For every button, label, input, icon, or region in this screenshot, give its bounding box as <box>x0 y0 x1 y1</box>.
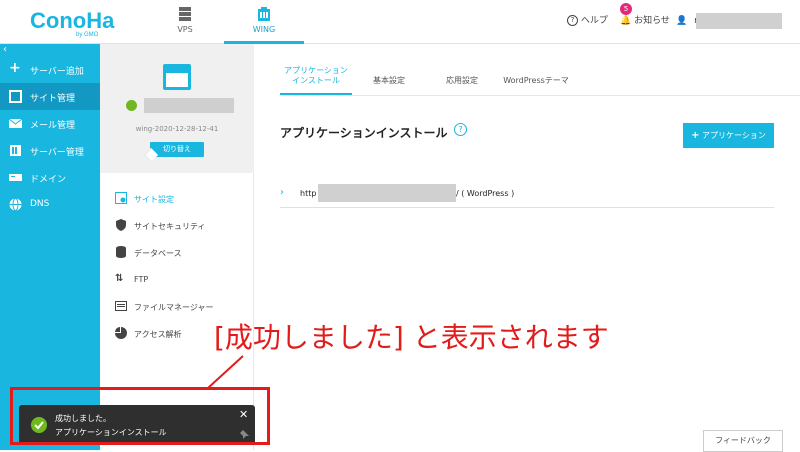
site-card: wing-2020-12-28-12-41 切り替え <box>100 44 254 173</box>
add-application-button[interactable]: + アプリケーション <box>683 123 774 148</box>
sidebar-item-label: ドメイン <box>30 175 67 185</box>
user-menu[interactable]: 👤 r <box>676 14 698 28</box>
sidebar-item-dns[interactable]: DNS <box>0 191 100 218</box>
building-icon <box>258 7 270 21</box>
sidebar-item-label: サイト管理 <box>30 94 76 104</box>
user-name-redacted <box>696 13 782 29</box>
user-icon: 👤 <box>676 16 688 26</box>
tab-label: 基本設定 <box>373 76 405 85</box>
app-url-redacted <box>318 184 456 202</box>
tab-label-line1: アプリケーション <box>284 66 348 75</box>
site-window-icon <box>163 64 191 90</box>
domain-icon <box>9 174 22 181</box>
annotation-text: [成功しました] と表示されます <box>214 321 609 354</box>
site-menu-label: FTP <box>134 275 149 284</box>
site-id: wing-2020-12-28-12-41 <box>135 125 219 133</box>
nav-tab-vps-label: VPS <box>177 25 193 34</box>
help-circle-icon[interactable]: ? <box>454 123 467 136</box>
feedback-button[interactable]: フィードバック <box>703 430 783 452</box>
shield-icon <box>116 219 126 231</box>
top-bar: ConoHa by GMO VPS WING ? ヘルプ 5 🔔 お知らせ 👤 … <box>0 0 800 44</box>
site-menu-label: サイト設定 <box>134 195 174 204</box>
site-name-redacted <box>144 98 234 113</box>
sidebar-item-site-management[interactable]: サイト管理 <box>0 83 100 110</box>
server-icon <box>10 145 21 156</box>
tab-application-install[interactable]: アプリケーション インストール <box>280 66 352 86</box>
annotation-highlight-box <box>10 387 270 445</box>
sidebar-item-add-server[interactable]: + サーバー追加 <box>0 56 100 83</box>
server-icon <box>179 7 191 21</box>
site-menu-site-settings[interactable]: サイト設定 <box>100 187 254 211</box>
collapse-sidebar-button[interactable]: ‹ <box>3 44 7 55</box>
folder-icon <box>115 301 127 311</box>
sidebar-item-label: サーバー管理 <box>30 148 84 158</box>
section-title: アプリケーションインストール <box>280 126 448 140</box>
site-menu-label: サイトセキュリティ <box>134 222 206 231</box>
sidebar-item-mail-management[interactable]: メール管理 <box>0 110 100 137</box>
app-url-prefix: http <box>300 189 317 198</box>
notice-link[interactable]: 🔔 お知らせ <box>620 14 670 28</box>
add-application-label: アプリケーション <box>702 131 766 140</box>
site-menu-database[interactable]: データベース <box>100 241 254 265</box>
plus-icon: + <box>691 130 700 141</box>
nav-tab-vps[interactable]: VPS <box>145 0 225 44</box>
tab-advanced-settings[interactable]: 応用設定 <box>432 76 492 86</box>
tab-label: 応用設定 <box>446 76 478 85</box>
svg-text:ConoHa: ConoHa <box>30 8 115 33</box>
ftp-icon: ⇅ <box>115 273 124 284</box>
site-settings-icon <box>115 192 127 204</box>
tab-label: WordPressテーマ <box>503 76 569 85</box>
sidebar-item-label: DNS <box>30 199 50 209</box>
main-content: アプリケーション インストール 基本設定 応用設定 WordPressテーマ ア… <box>254 44 800 452</box>
sidebar-item-domain[interactable]: ドメイン <box>0 164 100 191</box>
sidebar-item-label: メール管理 <box>30 121 76 131</box>
window-icon <box>9 90 22 103</box>
pie-chart-icon <box>115 327 127 339</box>
mail-icon <box>9 118 22 128</box>
help-link[interactable]: ? ヘルプ <box>567 14 608 28</box>
power-status-icon <box>126 100 137 111</box>
application-row[interactable]: › http / ( WordPress ) <box>280 178 774 208</box>
svg-text:by GMO: by GMO <box>76 32 99 38</box>
sidebar-item-label: サーバー追加 <box>30 67 84 77</box>
site-menu-label: ファイルマネージャー <box>134 303 214 312</box>
tab-divider <box>280 95 800 96</box>
chevron-right-icon[interactable]: › <box>280 187 284 198</box>
sidebar-item-server-management[interactable]: サーバー管理 <box>0 137 100 164</box>
site-menu-ftp[interactable]: ⇅ FTP <box>100 268 254 292</box>
bell-icon: 🔔 <box>620 16 632 26</box>
site-menu-label: アクセス解析 <box>134 330 182 339</box>
tab-basic-settings[interactable]: 基本設定 <box>359 76 419 86</box>
help-label: ヘルプ <box>580 16 608 26</box>
nav-tab-wing-label: WING <box>252 25 276 34</box>
site-menu-label: データベース <box>134 249 182 258</box>
tab-wordpress-theme[interactable]: WordPressテーマ <box>496 76 576 86</box>
nav-tab-wing[interactable]: WING <box>224 0 304 44</box>
notice-label: お知らせ <box>634 16 670 26</box>
globe-icon <box>9 198 22 211</box>
app-url-suffix: / ( WordPress ) <box>456 189 515 198</box>
database-icon <box>116 246 126 258</box>
site-menu-security[interactable]: サイトセキュリティ <box>100 214 254 238</box>
conoha-logo[interactable]: ConoHa by GMO <box>30 6 116 38</box>
tab-label-line2: インストール <box>292 76 340 85</box>
plus-icon: + <box>9 60 21 76</box>
help-icon: ? <box>567 15 578 26</box>
